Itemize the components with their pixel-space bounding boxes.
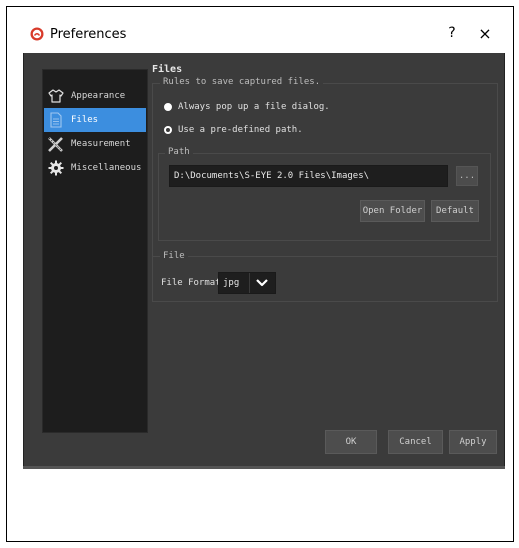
file-format-select[interactable]: jpg (218, 272, 276, 294)
file-format-value: jpg (223, 278, 240, 288)
title-bar: Preferences ? × (23, 13, 505, 53)
rules-legend: Rules to save captured files. (160, 77, 324, 87)
radio-indicator (164, 126, 172, 134)
section-title: Files (152, 64, 183, 75)
radio-predefined-path[interactable]: Use a pre-defined path. (164, 125, 303, 135)
gear-icon (47, 159, 65, 177)
apply-button[interactable]: Apply (449, 430, 497, 454)
radio-label: Use a pre-defined path. (178, 125, 303, 135)
sidebar-item-appearance[interactable]: Appearance (44, 84, 146, 108)
select-divider (249, 273, 250, 293)
file-legend: File (160, 251, 188, 261)
sidebar-item-measurement[interactable]: Measurement (44, 132, 146, 156)
close-button[interactable]: × (475, 24, 495, 44)
sidebar-item-miscellaneous[interactable]: Miscellaneous (44, 156, 146, 180)
chevron-down-icon (256, 279, 268, 287)
ruler-cross-icon (47, 135, 65, 153)
dialog-content: Appearance Files Measurement Miscellaneo… (23, 53, 505, 467)
radio-always-pop-up[interactable]: Always pop up a file dialog. (164, 102, 330, 112)
sidebar-item-label: Appearance (71, 91, 126, 101)
window-bottom-edge (23, 466, 505, 469)
path-legend: Path (165, 147, 193, 157)
shirt-icon (47, 87, 65, 105)
sidebar-item-label: Files (71, 115, 99, 125)
default-button[interactable]: Default (431, 200, 479, 222)
sidebar-item-label: Miscellaneous (71, 163, 142, 173)
sidebar-item-label: Measurement (71, 139, 131, 149)
app-logo-icon (30, 27, 44, 41)
radio-label: Always pop up a file dialog. (178, 102, 330, 112)
document-icon (47, 111, 65, 129)
sidebar-item-files[interactable]: Files (44, 108, 146, 132)
category-sidebar: Appearance Files Measurement Miscellaneo… (42, 69, 148, 433)
preferences-dialog: Preferences ? × Appearance Files Measure… (23, 13, 505, 469)
help-button[interactable]: ? (442, 25, 462, 43)
path-input[interactable]: D:\Documents\S-EYE 2.0 Files\Images\ (169, 165, 448, 187)
dialog-title: Preferences (50, 27, 127, 42)
ok-button[interactable]: OK (325, 430, 377, 454)
open-folder-button[interactable]: Open Folder (360, 200, 425, 222)
browse-button[interactable]: ... (456, 166, 478, 186)
file-format-label: File Format (161, 278, 221, 288)
cancel-button[interactable]: Cancel (388, 430, 443, 454)
radio-indicator (164, 103, 172, 111)
